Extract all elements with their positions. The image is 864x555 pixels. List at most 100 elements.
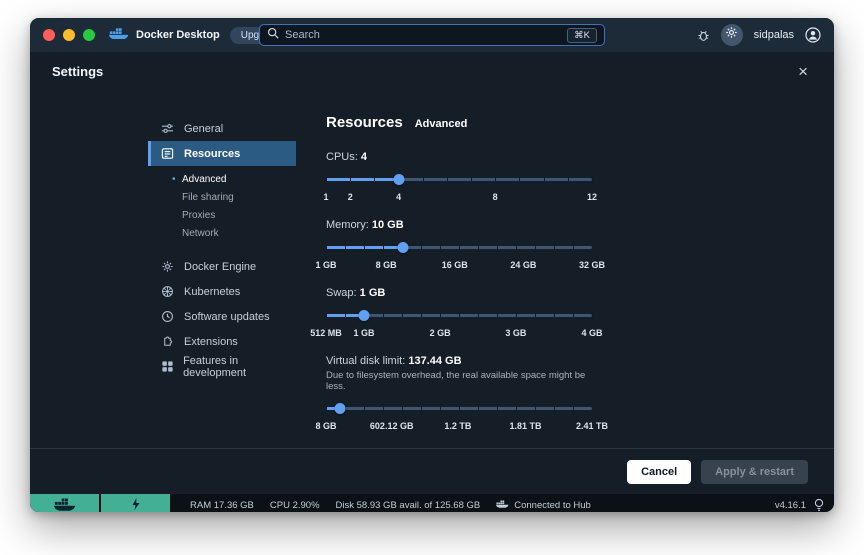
slider-tick	[516, 244, 517, 251]
hub-connection-label: Connected to Hub	[514, 500, 591, 511]
slider-tick-label: 8 GB	[376, 260, 397, 270]
slider-tick	[440, 405, 441, 412]
slider-tick	[573, 405, 574, 412]
engine-icon	[161, 260, 175, 273]
features-icon	[161, 360, 174, 373]
slider-tick-label: 512 MB	[310, 328, 342, 338]
slider-handle[interactable]	[335, 403, 346, 414]
slider-tick-label: 2 GB	[430, 328, 451, 338]
slider-tick-label: 32 GB	[579, 260, 605, 270]
swap-slider[interactable]	[326, 309, 592, 322]
cpu-slider[interactable]	[326, 173, 592, 186]
sidebar-subitem-advanced[interactable]: • Advanced	[148, 170, 296, 188]
kubernetes-icon	[161, 285, 175, 298]
sliders-icon	[161, 122, 175, 135]
sidebar-subitem-label: Advanced	[182, 174, 226, 185]
minimize-window-button[interactable]	[63, 29, 75, 41]
close-settings-button[interactable]: ×	[798, 63, 808, 80]
resource-status-segment[interactable]	[101, 494, 170, 512]
sidebar-subitem-proxies[interactable]: Proxies	[148, 206, 296, 224]
sidebar-item-software-updates[interactable]: Software updates	[148, 304, 296, 329]
memory-label: Memory: 10 GB	[326, 219, 592, 231]
sidebar-item-features-in-development[interactable]: Features in development	[148, 354, 296, 379]
search-input[interactable]: Search ⌘K	[259, 24, 605, 46]
disk-slider-labels: 8 GB602.12 GB1.2 TB1.81 TB2.41 TB	[326, 421, 592, 432]
slider-tick-label: 4	[396, 192, 401, 202]
cpu-status: CPU 2.90%	[270, 500, 320, 511]
avatar-icon[interactable]	[805, 27, 821, 43]
apply-restart-button[interactable]: Apply & restart	[701, 460, 808, 484]
resources-panel: Resources Advanced CPUs: 4 124812 Memory…	[326, 90, 626, 448]
sidebar-subitem-label: File sharing	[182, 192, 234, 203]
slider-tick-label: 602.12 GB	[370, 421, 414, 431]
whale-icon	[54, 496, 76, 512]
sidebar-subitem-network[interactable]: Network	[148, 224, 296, 242]
slider-tick	[497, 312, 498, 319]
hub-connection-status[interactable]: Connected to Hub	[496, 499, 591, 511]
whale-icon	[109, 26, 129, 45]
swap-slider-group: Swap: 1 GB 512 MB1 GB2 GB3 GB4 GB	[326, 287, 592, 339]
sidebar-item-label: Docker Engine	[184, 261, 256, 273]
slider-tick	[478, 312, 479, 319]
sidebar-item-label: Resources	[184, 148, 240, 160]
slider-tick	[364, 244, 365, 251]
cpu-label: CPUs: 4	[326, 151, 592, 163]
slider-tick	[478, 405, 479, 412]
ram-status: RAM 17.36 GB	[190, 500, 254, 511]
slider-tick	[554, 312, 555, 319]
slider-tick	[573, 312, 574, 319]
slider-tick	[402, 312, 403, 319]
slider-tick-label: 12	[587, 192, 597, 202]
sidebar-subitem-file-sharing[interactable]: File sharing	[148, 188, 296, 206]
sidebar-subitem-label: Network	[182, 228, 219, 239]
settings-header: Settings ×	[30, 52, 834, 90]
sidebar-item-label: Extensions	[184, 336, 238, 348]
active-bullet: •	[172, 174, 176, 185]
slider-tick	[447, 176, 448, 183]
slider-tick	[326, 405, 327, 412]
cancel-button[interactable]: Cancel	[627, 460, 691, 484]
slider-tick	[554, 244, 555, 251]
whats-new-icon[interactable]	[814, 498, 824, 512]
titlebar-actions: sidpalas	[697, 24, 821, 46]
disk-slider[interactable]	[326, 402, 592, 415]
slider-handle[interactable]	[359, 310, 370, 321]
version-label: v4.16.1	[775, 500, 806, 511]
app-title: Docker Desktop	[136, 29, 220, 41]
slider-tick	[383, 244, 384, 251]
sidebar-item-label: General	[184, 123, 223, 135]
memory-slider[interactable]	[326, 241, 592, 254]
username-label[interactable]: sidpalas	[754, 29, 794, 41]
slider-handle[interactable]	[393, 174, 404, 185]
slider-handle[interactable]	[398, 242, 409, 253]
slider-tick	[573, 244, 574, 251]
settings-footer: Cancel Apply & restart	[30, 448, 834, 494]
zoom-window-button[interactable]	[83, 29, 95, 41]
bug-icon[interactable]	[697, 29, 710, 42]
whale-icon	[496, 499, 509, 511]
sidebar-item-extensions[interactable]: Extensions	[148, 329, 296, 354]
slider-tick	[350, 176, 351, 183]
app-brand: Docker Desktop	[109, 26, 220, 45]
slider-tick	[402, 405, 403, 412]
sidebar-item-general[interactable]: General	[148, 116, 296, 141]
updates-icon	[161, 310, 175, 323]
slider-tick-label: 3 GB	[505, 328, 526, 338]
sidebar-item-label: Features in development	[183, 355, 296, 379]
panel-heading: Resources Advanced	[326, 114, 626, 131]
slider-tick	[592, 312, 593, 319]
sidebar-item-kubernetes[interactable]: Kubernetes	[148, 279, 296, 304]
sidebar-item-resources[interactable]: Resources	[148, 141, 296, 166]
slider-tick	[326, 176, 327, 183]
slider-tick	[554, 405, 555, 412]
gear-icon	[725, 26, 738, 44]
engine-status-segment[interactable]	[30, 494, 99, 512]
slider-tick-label: 2.41 TB	[576, 421, 608, 431]
settings-gear-button[interactable]	[721, 24, 743, 46]
slider-tick	[516, 312, 517, 319]
slider-tick	[440, 244, 441, 251]
sidebar-item-docker-engine[interactable]: Docker Engine	[148, 254, 296, 279]
slider-tick-label: 1.2 TB	[444, 421, 471, 431]
close-window-button[interactable]	[43, 29, 55, 41]
slider-tick	[374, 176, 375, 183]
